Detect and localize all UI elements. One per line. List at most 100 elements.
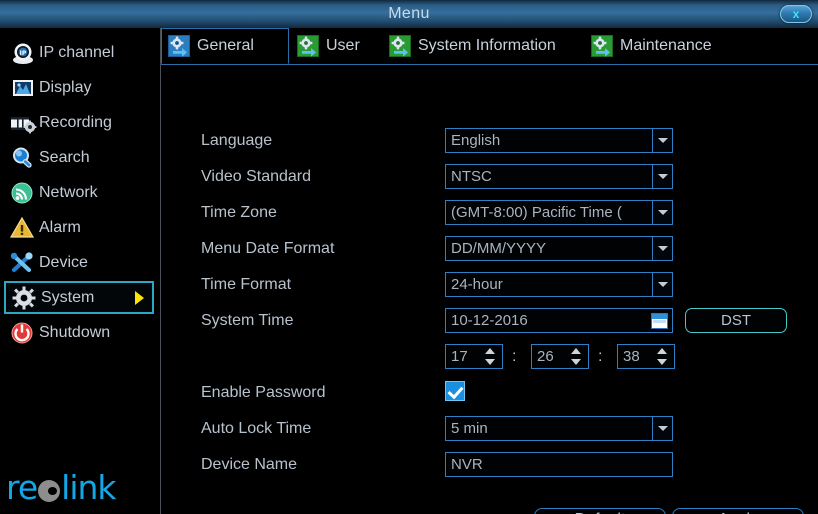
tab-strip: General User System Information Maintena… bbox=[161, 28, 818, 65]
sidebar-item-shutdown[interactable]: Shutdown bbox=[4, 316, 154, 349]
stepper-down-icon[interactable] bbox=[657, 359, 667, 365]
chevron-down-icon[interactable] bbox=[652, 273, 672, 296]
language-value: English bbox=[451, 132, 501, 149]
system-time-date-input[interactable]: 10-12-2016 bbox=[445, 308, 673, 333]
logo-suffix: link bbox=[61, 468, 116, 507]
sidebar-item-system[interactable]: System bbox=[4, 281, 154, 314]
general-settings-form: Language English Video Standard NTSC Tim… bbox=[161, 64, 818, 514]
device-name-input[interactable]: NVR bbox=[445, 452, 673, 477]
system-time-label: System Time bbox=[201, 312, 294, 329]
clock-colon: : bbox=[598, 348, 603, 365]
sidebar-item-label: Alarm bbox=[39, 218, 81, 236]
tab-label: User bbox=[326, 37, 360, 54]
sidebar-item-label: IP channel bbox=[39, 43, 115, 61]
gear-arrow-icon bbox=[591, 35, 613, 57]
sidebar-item-label: Display bbox=[39, 78, 92, 96]
logo-prefix: re bbox=[6, 468, 38, 507]
sidebar-item-label: Shutdown bbox=[39, 323, 111, 341]
svg-text:IP: IP bbox=[20, 50, 27, 57]
minute-value: 26 bbox=[537, 348, 554, 365]
film-gear-icon bbox=[8, 110, 38, 136]
sidebar-item-search[interactable]: Search bbox=[4, 141, 154, 174]
device-name-label: Device Name bbox=[201, 456, 298, 473]
tab-general[interactable]: General bbox=[161, 28, 289, 64]
tab-user[interactable]: User bbox=[291, 28, 381, 64]
sidebar-item-label: System bbox=[41, 288, 95, 306]
enable-password-checkbox[interactable] bbox=[445, 381, 465, 401]
enable-password-label: Enable Password bbox=[201, 384, 326, 401]
video-standard-select[interactable]: NTSC bbox=[445, 164, 673, 189]
stepper-up-icon[interactable] bbox=[571, 348, 581, 354]
sidebar-item-device[interactable]: Device bbox=[4, 246, 154, 279]
minute-stepper[interactable]: 26 bbox=[531, 344, 589, 369]
second-stepper[interactable]: 38 bbox=[617, 344, 675, 369]
reolink-logo: re link bbox=[6, 468, 158, 508]
window-titlebar: Menu x bbox=[0, 0, 818, 29]
wifi-signal-icon bbox=[8, 180, 38, 206]
stepper-down-icon[interactable] bbox=[485, 359, 495, 365]
time-format-label: Time Format bbox=[201, 276, 292, 293]
chevron-down-icon[interactable] bbox=[652, 237, 672, 260]
tab-label: System Information bbox=[418, 37, 556, 54]
sidebar-item-label: Device bbox=[39, 253, 88, 271]
default-button[interactable]: Default bbox=[534, 508, 666, 514]
wrench-screwdriver-icon bbox=[8, 250, 38, 276]
time-zone-select[interactable]: (GMT-8:00) Pacific Time ( bbox=[445, 200, 673, 225]
apply-button[interactable]: Apply bbox=[672, 508, 804, 514]
gear-arrow-icon bbox=[297, 35, 319, 57]
time-zone-label: Time Zone bbox=[201, 204, 277, 221]
dst-button[interactable]: DST bbox=[685, 308, 787, 333]
auto-lock-time-select[interactable]: 5 min bbox=[445, 416, 673, 441]
menu-date-format-value: DD/MM/YYYY bbox=[451, 240, 547, 257]
time-format-select[interactable]: 24-hour bbox=[445, 272, 673, 297]
chevron-right-icon bbox=[135, 290, 144, 305]
display-picture-icon bbox=[8, 75, 38, 101]
menu-window: Menu x IP IP channel Display Recording S… bbox=[0, 0, 818, 514]
video-standard-label: Video Standard bbox=[201, 168, 312, 185]
tab-maintenance[interactable]: Maintenance bbox=[585, 28, 745, 64]
time-format-value: 24-hour bbox=[451, 276, 503, 293]
logo-lens-icon bbox=[38, 480, 61, 502]
sidebar-item-label: Network bbox=[39, 183, 98, 201]
sidebar-item-label: Recording bbox=[39, 113, 112, 131]
auto-lock-time-label: Auto Lock Time bbox=[201, 420, 312, 437]
tab-label: General bbox=[197, 37, 254, 54]
tab-label: Maintenance bbox=[620, 37, 712, 54]
window-title: Menu bbox=[388, 5, 430, 22]
sidebar: IP IP channel Display Recording Search N… bbox=[0, 28, 161, 514]
sidebar-item-display[interactable]: Display bbox=[4, 71, 154, 104]
gear-arrow-icon bbox=[389, 35, 411, 57]
hour-stepper[interactable]: 17 bbox=[445, 344, 503, 369]
power-icon bbox=[8, 320, 38, 346]
chevron-down-icon[interactable] bbox=[652, 129, 672, 152]
chevron-down-icon[interactable] bbox=[652, 165, 672, 188]
calendar-icon[interactable] bbox=[651, 313, 668, 329]
menu-date-format-label: Menu Date Format bbox=[201, 240, 335, 257]
clock-colon: : bbox=[512, 348, 517, 365]
menu-date-format-select[interactable]: DD/MM/YYYY bbox=[445, 236, 673, 261]
second-value: 38 bbox=[623, 348, 640, 365]
close-icon[interactable]: x bbox=[780, 5, 812, 23]
sidebar-item-network[interactable]: Network bbox=[4, 176, 154, 209]
language-select[interactable]: English bbox=[445, 128, 673, 153]
chevron-down-icon[interactable] bbox=[652, 201, 672, 224]
magnifier-icon bbox=[8, 145, 38, 171]
auto-lock-time-value: 5 min bbox=[451, 420, 488, 437]
device-name-value: NVR bbox=[451, 456, 483, 473]
stepper-up-icon[interactable] bbox=[657, 348, 667, 354]
tab-system-information[interactable]: System Information bbox=[383, 28, 583, 64]
hour-value: 17 bbox=[451, 348, 468, 365]
stepper-down-icon[interactable] bbox=[571, 359, 581, 365]
stepper-up-icon[interactable] bbox=[485, 348, 495, 354]
chevron-down-icon[interactable] bbox=[652, 417, 672, 440]
system-time-value: 10-12-2016 bbox=[451, 312, 528, 329]
sidebar-item-alarm[interactable]: Alarm bbox=[4, 211, 154, 244]
sidebar-item-recording[interactable]: Recording bbox=[4, 106, 154, 139]
dome-camera-icon: IP bbox=[8, 40, 38, 66]
language-label: Language bbox=[201, 132, 273, 149]
gear-arrow-icon bbox=[168, 35, 190, 57]
gear-icon bbox=[10, 285, 40, 311]
sidebar-item-ip-channel[interactable]: IP IP channel bbox=[4, 36, 154, 69]
sidebar-item-label: Search bbox=[39, 148, 90, 166]
time-zone-value: (GMT-8:00) Pacific Time ( bbox=[451, 204, 622, 221]
